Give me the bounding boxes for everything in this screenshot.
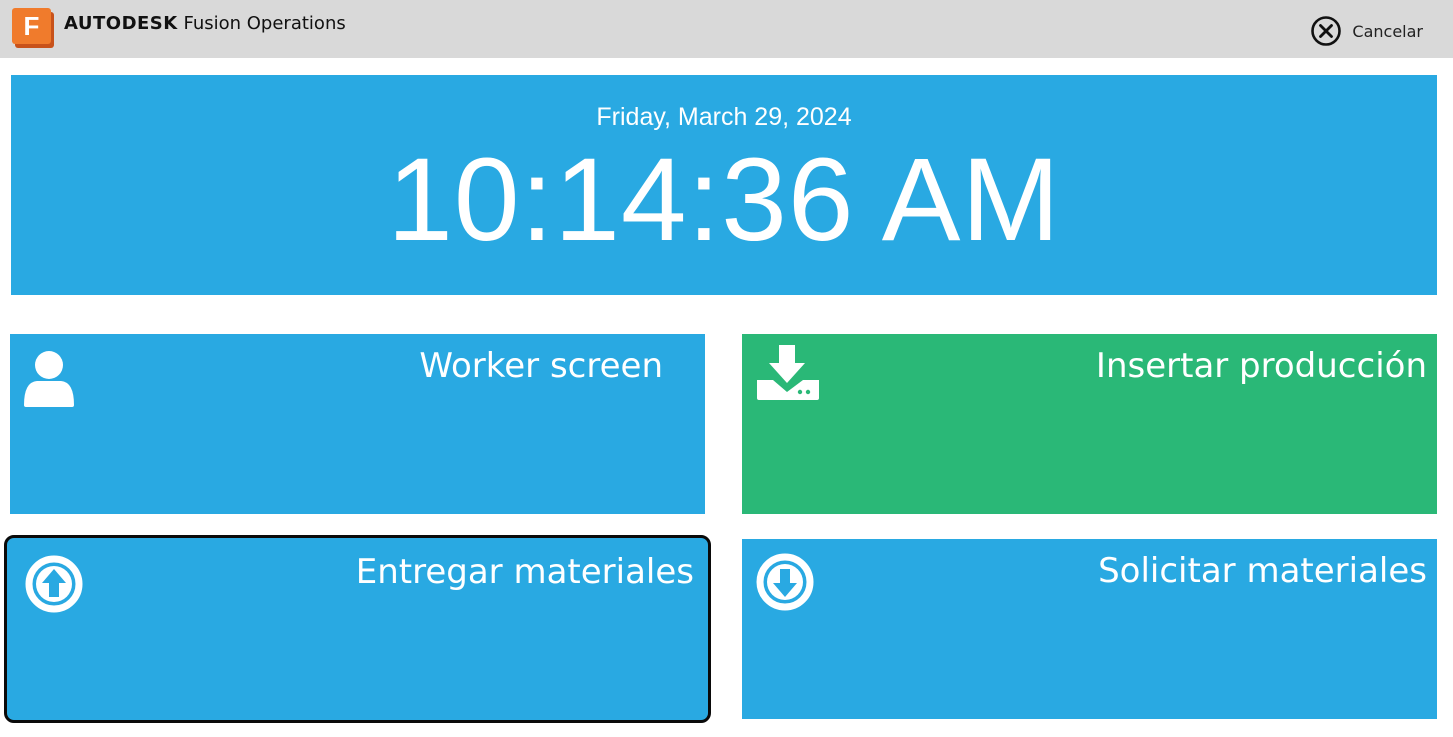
close-circle-icon xyxy=(1311,16,1342,46)
arrow-up-circle-icon xyxy=(25,555,83,613)
insertar-produccion-tile[interactable]: Insertar producción xyxy=(742,334,1437,514)
user-icon xyxy=(24,351,74,407)
clock-date: Friday, March 29, 2024 xyxy=(596,103,852,131)
cancel-button[interactable]: Cancelar xyxy=(1310,15,1423,47)
entregar-materiales-label: Entregar materiales xyxy=(355,552,694,592)
fusion-logo: F xyxy=(12,8,54,48)
brand-name: AUTODESK xyxy=(64,13,178,34)
top-bar: F AUTODESK Fusion Operations Cancelar xyxy=(0,0,1453,58)
insertar-produccion-label: Insertar producción xyxy=(1095,346,1427,386)
app-title: AUTODESK Fusion Operations xyxy=(64,13,346,34)
product-name: Fusion Operations xyxy=(183,13,346,34)
entregar-materiales-tile[interactable]: Entregar materiales xyxy=(4,535,711,723)
cancel-label: Cancelar xyxy=(1352,21,1423,41)
clock-panel: Friday, March 29, 2024 10:14:36 AM xyxy=(11,75,1437,295)
arrow-down-circle-icon xyxy=(756,553,814,611)
download-tray-icon xyxy=(757,345,819,400)
worker-screen-tile[interactable]: Worker screen xyxy=(10,334,705,514)
solicitar-materiales-tile[interactable]: Solicitar materiales xyxy=(742,539,1437,719)
solicitar-materiales-label: Solicitar materiales xyxy=(1098,551,1427,591)
worker-screen-label: Worker screen xyxy=(419,346,663,386)
clock-time: 10:14:36 AM xyxy=(387,134,1061,266)
